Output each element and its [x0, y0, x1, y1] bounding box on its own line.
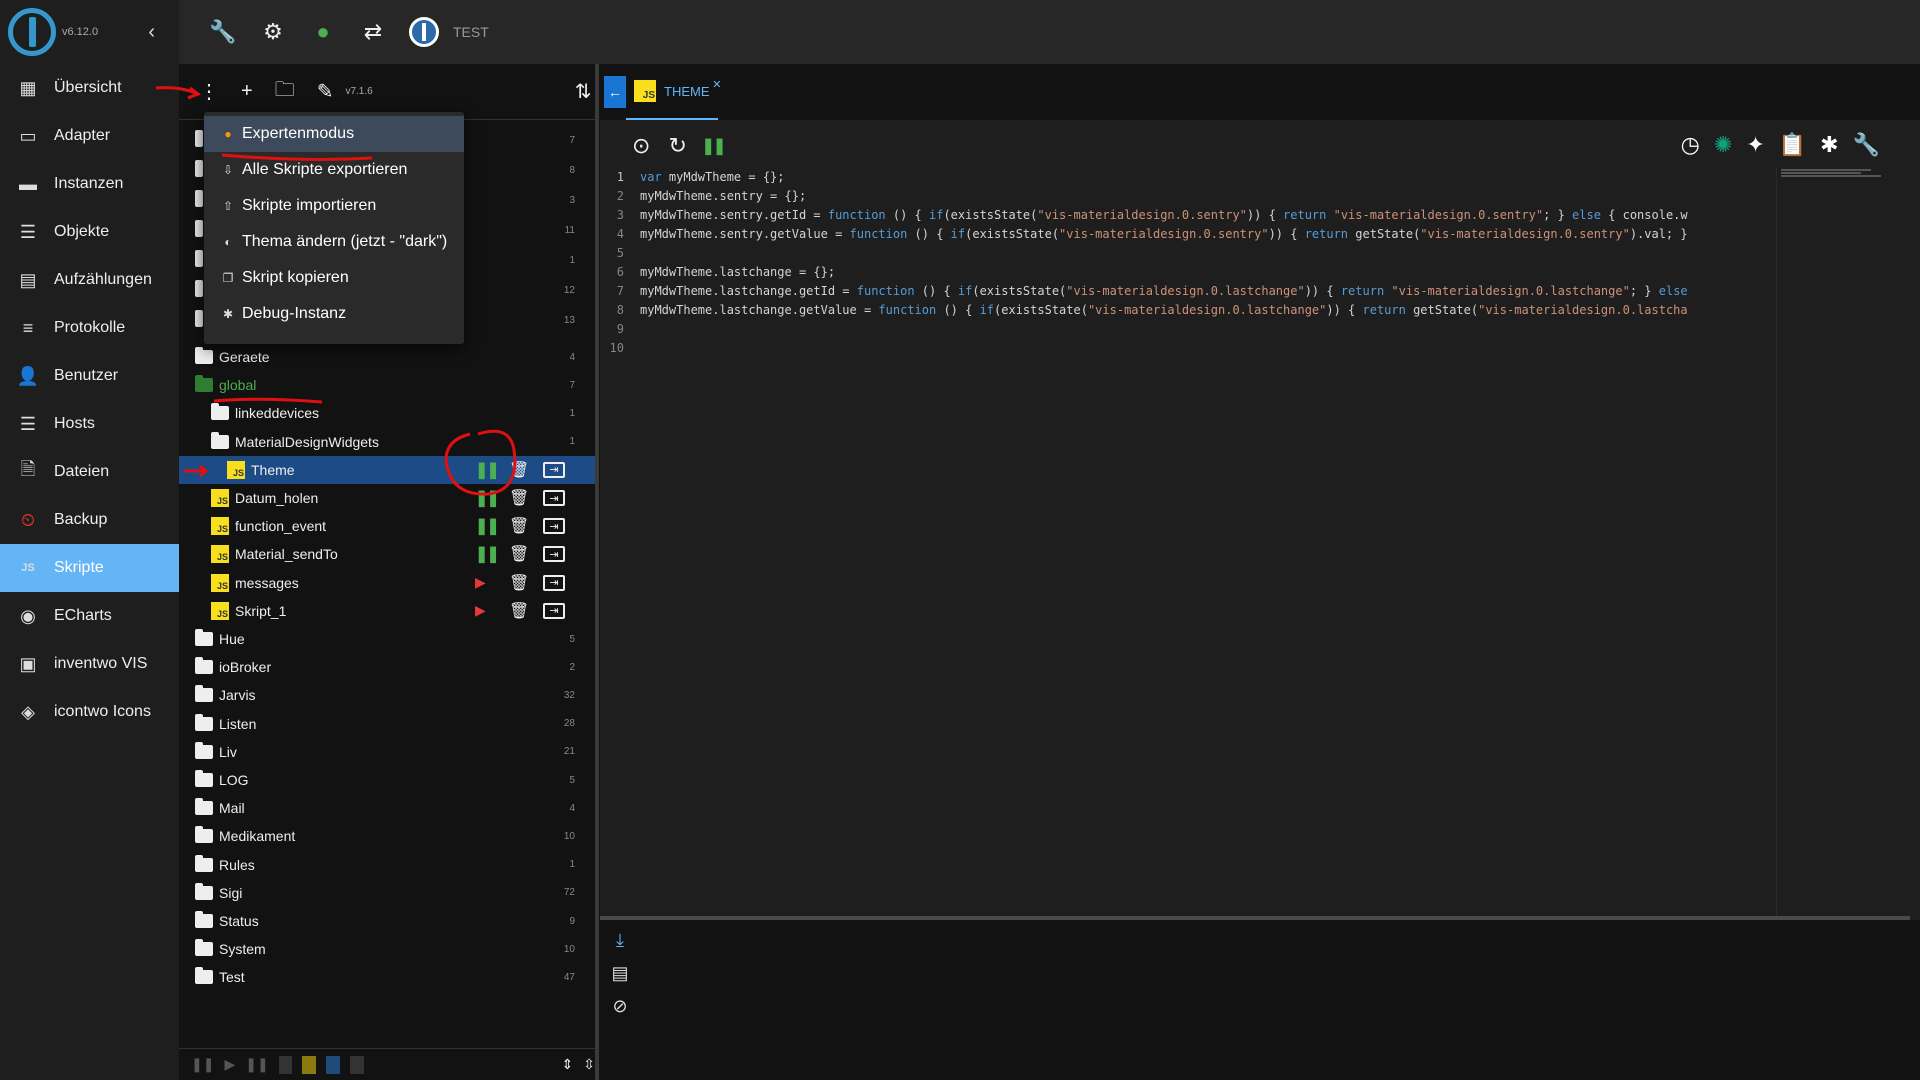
annotation-overlay: [155, 86, 517, 496]
